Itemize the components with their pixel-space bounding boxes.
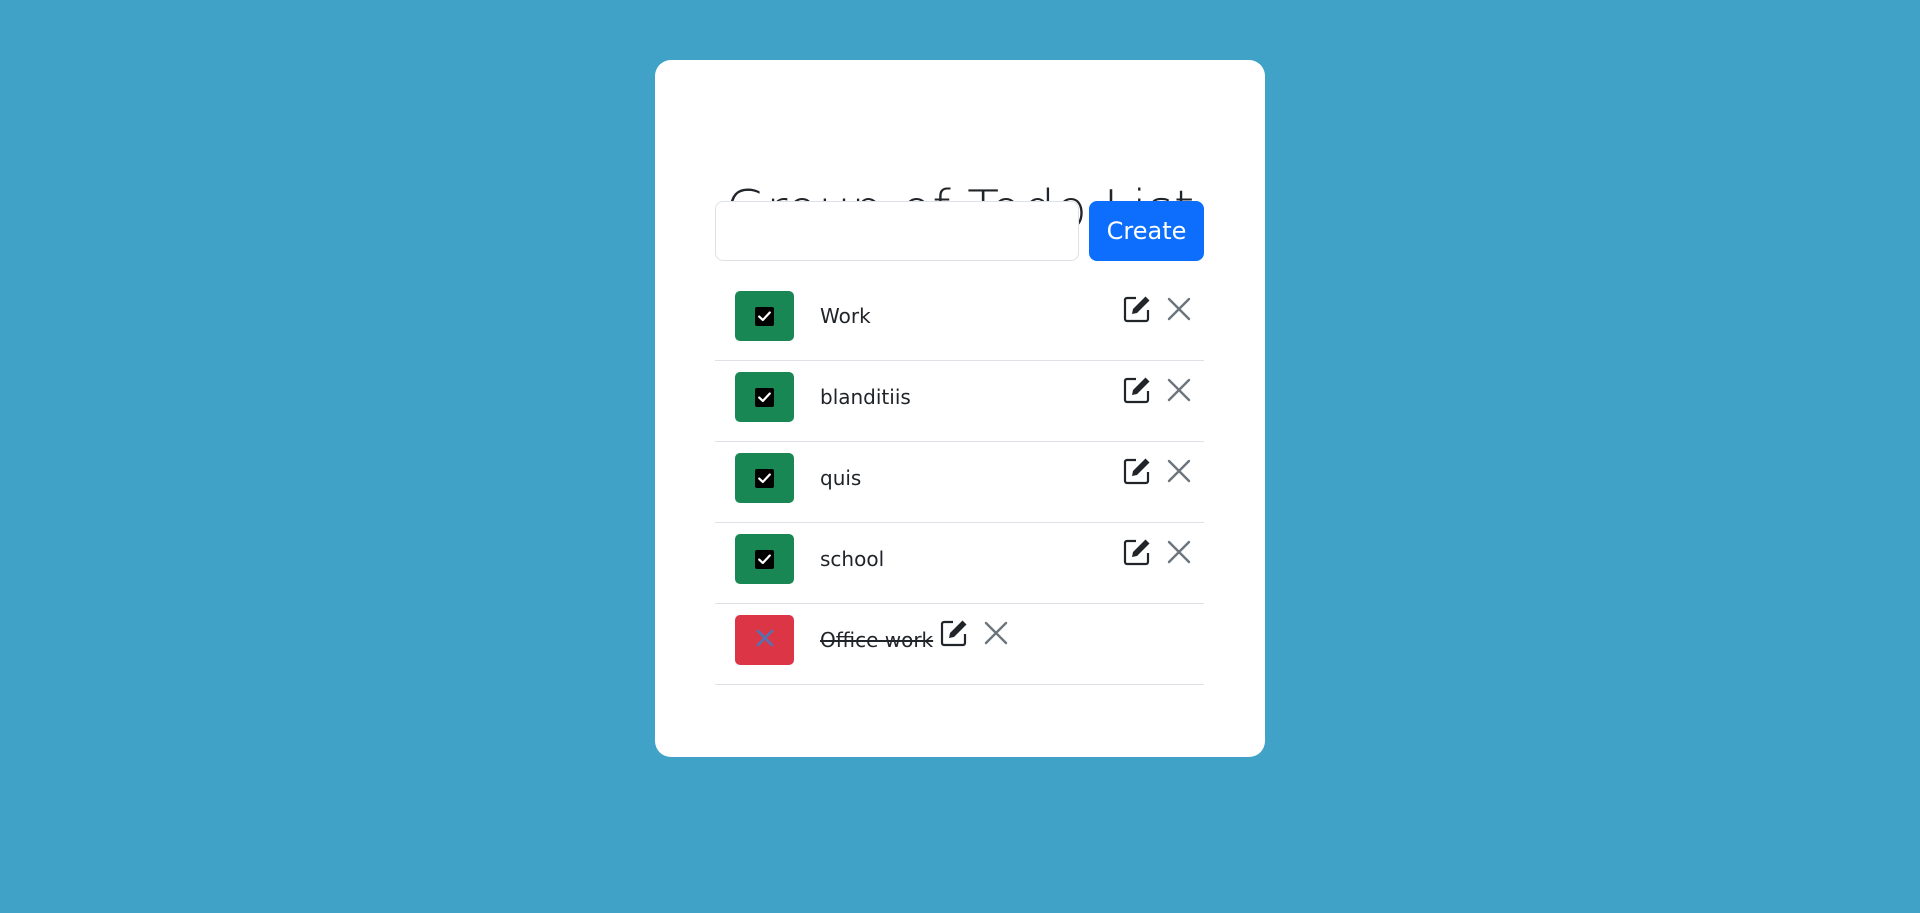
todo-actions [1122, 375, 1194, 405]
todo-item: quis [715, 442, 1204, 523]
toggle-done-button[interactable] [735, 453, 794, 503]
todo-item: school [715, 523, 1204, 604]
toggle-done-button[interactable] [735, 534, 794, 584]
close-icon[interactable] [981, 618, 1011, 648]
close-icon[interactable] [1164, 294, 1194, 324]
todo-actions [939, 618, 1011, 648]
todo-label: school [820, 547, 885, 571]
edit-icon[interactable] [1122, 537, 1152, 567]
todo-actions [1122, 456, 1194, 486]
todo-label: Work [820, 304, 871, 328]
todo-label: blanditiis [820, 385, 911, 409]
todo-card: Group of Todo List Create Work [655, 60, 1265, 757]
todo-item: Work [715, 280, 1204, 361]
todo-list: Work blanditiis quis school Office work [715, 280, 1204, 685]
create-form: Create [715, 201, 1204, 261]
todo-label: quis [820, 466, 862, 490]
todo-actions [1122, 294, 1194, 324]
create-button[interactable]: Create [1089, 201, 1204, 261]
close-icon[interactable] [1164, 375, 1194, 405]
todo-actions [1122, 537, 1194, 567]
new-list-input[interactable] [715, 201, 1079, 261]
todo-label: Office work [820, 628, 934, 652]
toggle-done-button[interactable] [735, 291, 794, 341]
edit-icon[interactable] [1122, 456, 1152, 486]
checkbox-checked-icon [755, 306, 774, 326]
edit-icon[interactable] [939, 618, 969, 648]
toggle-done-button[interactable] [735, 372, 794, 422]
edit-icon[interactable] [1122, 375, 1152, 405]
checkbox-checked-icon [755, 387, 774, 407]
close-icon[interactable] [1164, 456, 1194, 486]
toggle-undone-button[interactable] [735, 615, 794, 665]
checkbox-checked-icon [755, 468, 774, 488]
x-mark-icon [755, 628, 775, 653]
close-icon[interactable] [1164, 537, 1194, 567]
checkbox-checked-icon [755, 549, 774, 569]
edit-icon[interactable] [1122, 294, 1152, 324]
todo-item: Office work [715, 604, 1204, 685]
todo-item: blanditiis [715, 361, 1204, 442]
